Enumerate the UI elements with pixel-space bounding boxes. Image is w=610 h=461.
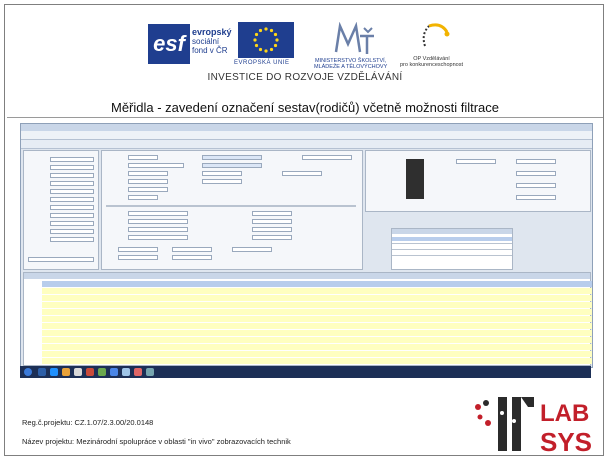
esf-text: evropský sociální fond v ČR	[192, 27, 232, 56]
taskbar-app-icon	[122, 368, 130, 376]
detail-form-panel	[101, 150, 363, 270]
children-grid	[391, 228, 513, 270]
taskbar-app-icon	[38, 368, 46, 376]
slide-title: Měřidla - zavedení označení sestav(rodič…	[110, 100, 499, 115]
taskbar-app-icon	[146, 368, 154, 376]
taskbar-app-icon	[74, 368, 82, 376]
taskbar-app-icon	[98, 368, 106, 376]
taskbar-app-icon	[86, 368, 94, 376]
investice-tagline: INVESTICE DO ROZVOJE VZDĚLÁVÁNÍ	[207, 72, 403, 83]
taskbar-app-icon	[110, 368, 118, 376]
op-label-2: pro konkurenceschopnost	[400, 62, 463, 68]
app-titlebar	[21, 124, 592, 131]
esf-line-3: fond v ČR	[192, 46, 228, 55]
start-icon	[24, 368, 32, 376]
taskbar-app-icon	[50, 368, 58, 376]
svg-text:SYS: SYS	[540, 427, 592, 457]
slide: esf evropský sociální fond v ČR EVROPSKÁ…	[0, 0, 610, 461]
filter-panel	[23, 150, 99, 270]
esf-line-1: evropský	[192, 27, 232, 37]
msmt-logo-icon	[334, 22, 374, 54]
op-logo-icon	[422, 23, 450, 47]
svg-text:LAB: LAB	[540, 400, 589, 427]
op-label: OP Vzdělávání pro konkurenceschopnost	[400, 56, 463, 68]
eu-flag-icon	[238, 22, 294, 58]
app-toolbar	[21, 140, 592, 149]
msmt-label: MINISTERSTVO ŠKOLSTVÍ, MLÁDEŽE A TĚLOVÝC…	[314, 58, 387, 70]
footer-reg: Reg.č.projektu: CZ.1.07/2.3.00/20.0148	[22, 418, 154, 427]
esf-line-2: sociální	[192, 37, 220, 46]
title-divider	[7, 117, 603, 118]
results-table	[23, 272, 592, 366]
app-menubar	[21, 131, 592, 140]
taskbar-app-icon	[62, 368, 70, 376]
msmt-label-2: MLÁDEŽE A TĚLOVÝCHOVY	[314, 64, 388, 70]
footer-project-name: Název projektu: Mezinárodní spolupráce v…	[22, 437, 291, 446]
lab-sys-logo-icon: LAB SYS	[475, 397, 592, 457]
application-screenshot	[20, 123, 593, 368]
windows-taskbar	[20, 366, 591, 378]
eu-label: EVROPSKÁ UNIE	[234, 60, 290, 66]
taskbar-app-icon	[134, 368, 142, 376]
logo-strip: esf evropský sociální fond v ČR EVROPSKÁ…	[0, 20, 610, 72]
device-panel	[365, 150, 591, 212]
device-image	[406, 159, 424, 199]
esf-logo: esf	[148, 24, 190, 64]
